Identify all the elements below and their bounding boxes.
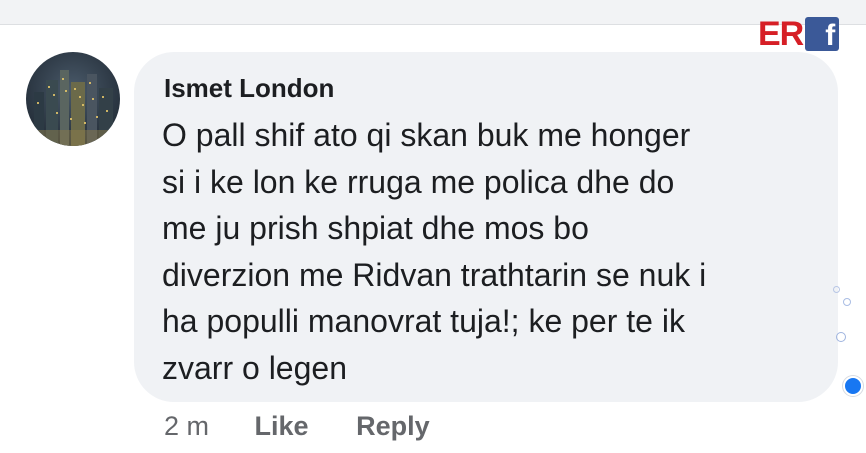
dot-decoration xyxy=(836,332,846,342)
comment-text-line: zvarr o legen xyxy=(162,349,347,386)
comment-text-line: me ju prish shpiat dhe mos bo xyxy=(162,210,589,246)
comment-text-line: O pall shif ato qi skan buk me honger xyxy=(162,117,691,153)
comment-actions: 2 m Like Reply xyxy=(164,411,430,442)
comment-timestamp[interactable]: 2 m xyxy=(164,411,209,442)
logo-text: ER xyxy=(758,15,804,53)
avatar-city-image xyxy=(26,52,120,146)
comment-author[interactable]: Ismet London xyxy=(164,73,334,104)
er-logo: ER f xyxy=(758,15,840,53)
comment-text: O pall shif ato qi skan buk me honger si… xyxy=(162,112,832,391)
dot-decoration xyxy=(833,286,840,293)
like-reaction-icon[interactable] xyxy=(843,376,863,396)
avatar[interactable] xyxy=(26,52,120,146)
comment-screenshot: ER f Ismet London O pall shif ato qi ska… xyxy=(0,0,866,453)
top-bar xyxy=(0,0,866,25)
like-button[interactable]: Like xyxy=(255,411,309,442)
reply-button[interactable]: Reply xyxy=(356,411,430,442)
facebook-icon: f xyxy=(805,17,840,51)
comment-text-line: si i ke lon ke rruga me polica dhe do xyxy=(162,163,675,200)
comment-text-line: diverzion me Ridvan trathtarin se nuk i xyxy=(162,256,707,293)
comment-text-line: ha populli manovrat tuja!; ke per te ik xyxy=(162,303,685,339)
dot-decoration xyxy=(843,298,851,306)
